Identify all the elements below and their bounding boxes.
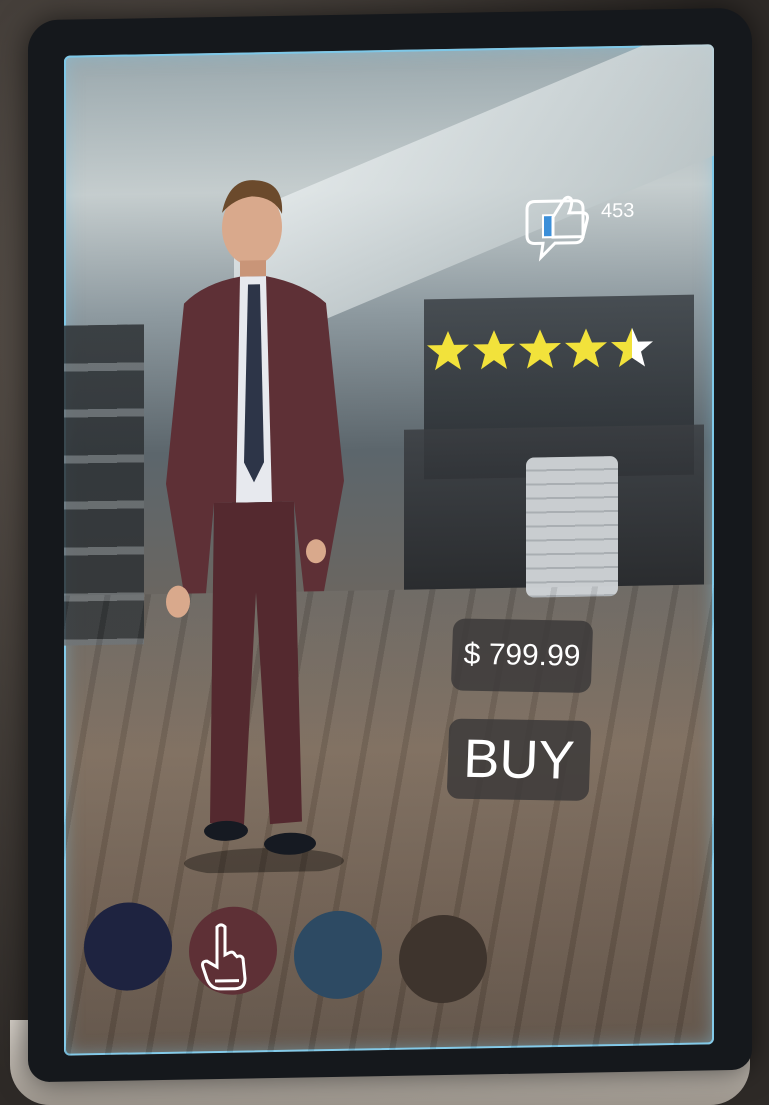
buy-button-label: BUY <box>462 728 576 791</box>
color-swatch-steel-blue[interactable] <box>294 910 382 1000</box>
color-swatch-picker <box>84 868 504 1004</box>
model-in-suit-image <box>166 180 344 875</box>
kiosk-scene: 453 $ 799.99 BUY <box>0 0 769 1105</box>
likes-count: 453 <box>601 199 635 223</box>
buy-button[interactable]: BUY <box>446 718 592 801</box>
star-icon <box>519 329 561 369</box>
star-icon <box>565 328 607 368</box>
thumbs-up-speech-bubble-icon <box>525 195 589 262</box>
color-swatch-navy[interactable] <box>84 901 172 992</box>
price-tag: $ 799.99 <box>450 618 594 693</box>
star-rating <box>426 325 654 373</box>
pointing-hand-cursor-icon <box>201 923 247 991</box>
likes-widget[interactable]: 453 <box>519 186 634 268</box>
price-text: $ 799.99 <box>463 637 581 673</box>
star-icon <box>427 330 469 371</box>
star-icon <box>611 327 653 367</box>
background-suitcase <box>526 456 618 598</box>
star-icon <box>473 330 515 370</box>
smart-mirror-screen: 453 $ 799.99 BUY <box>64 44 714 1056</box>
